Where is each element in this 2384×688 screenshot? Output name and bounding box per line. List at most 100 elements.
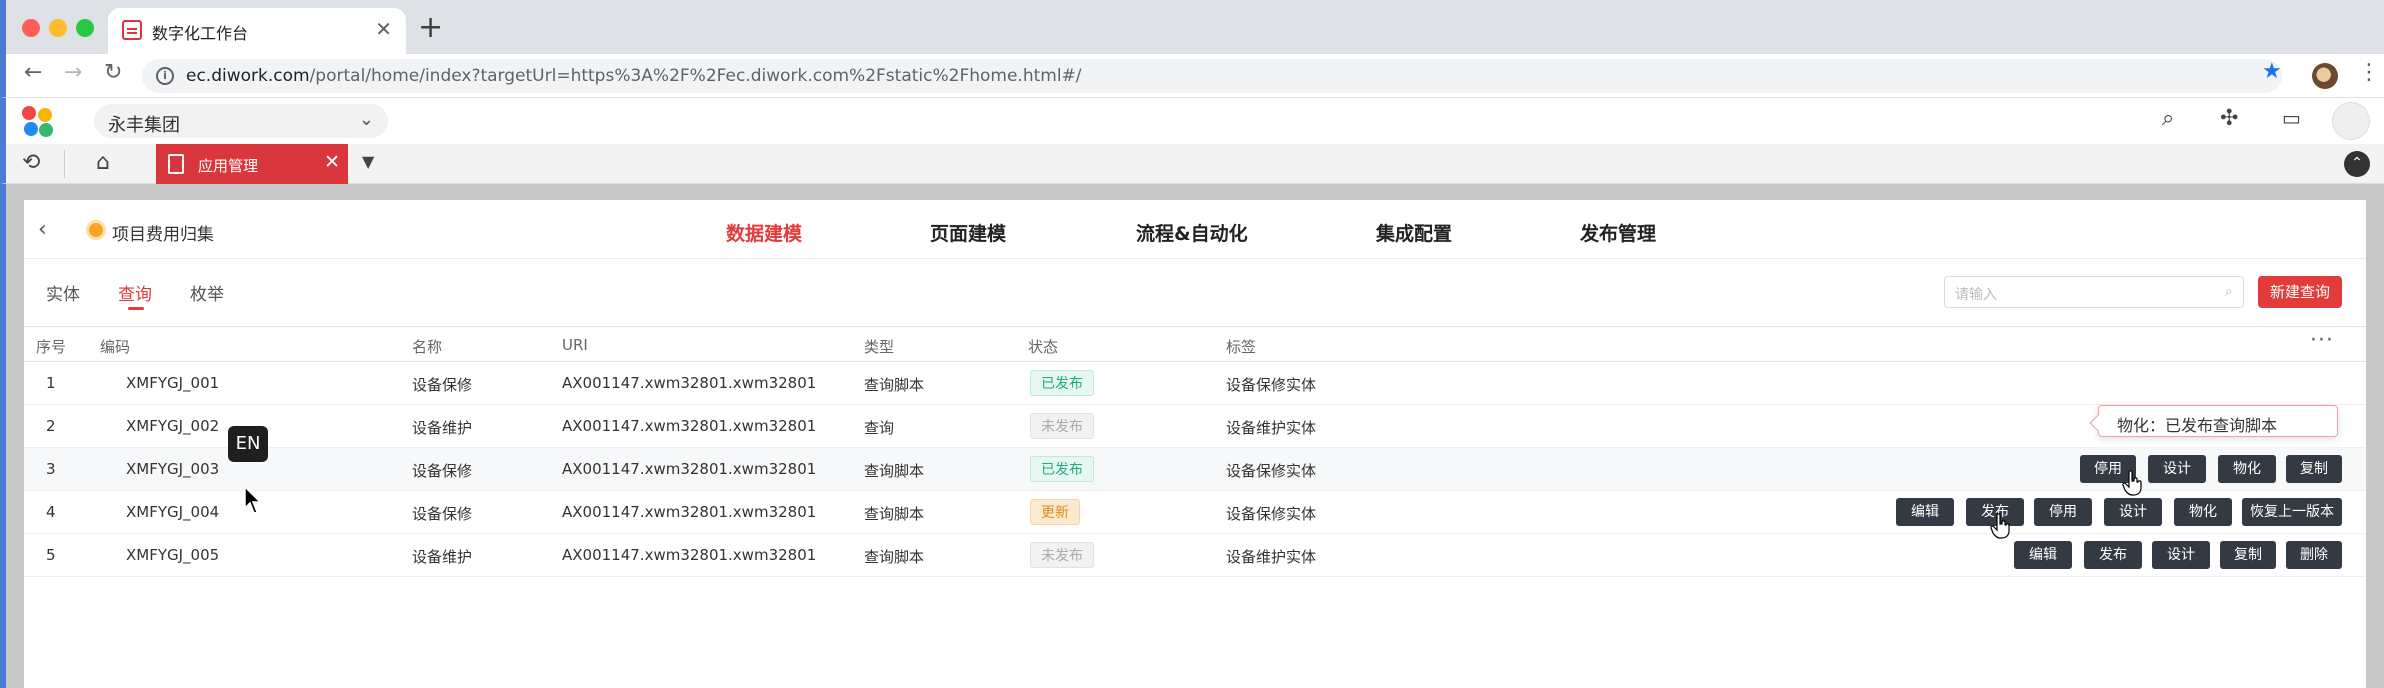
- hand-cursor-icon: [2122, 470, 2142, 496]
- profile-avatar[interactable]: [2312, 63, 2338, 89]
- cell-uri: AX001147.xwm32801.xwm32801: [562, 417, 817, 435]
- subtab-query[interactable]: 查询: [118, 280, 152, 305]
- active-tab-underline: [128, 307, 144, 310]
- window-maximize-button[interactable]: [76, 19, 94, 37]
- copy-button[interactable]: 复制: [2286, 455, 2342, 483]
- page-favicon-icon: [122, 20, 142, 40]
- home-icon[interactable]: ⌂: [96, 150, 110, 175]
- app-logo-icon[interactable]: [22, 106, 56, 138]
- materialize-tooltip: 物化：已发布查询脚本: [2089, 405, 2338, 437]
- cell-name: 设备维护: [412, 419, 473, 437]
- cell-no: 2: [46, 417, 56, 435]
- cell-type: 查询: [864, 419, 895, 437]
- publish-button[interactable]: 发布: [2084, 541, 2142, 569]
- app-tab-label: 应用管理: [198, 157, 259, 175]
- col-header-code: 编码: [100, 338, 131, 356]
- restore-previous-version-button[interactable]: 恢复上一版本: [2242, 498, 2342, 526]
- message-icon[interactable]: ▭: [2282, 106, 2301, 130]
- more-icon[interactable]: ···: [2310, 328, 2334, 353]
- site-info-icon[interactable]: i: [156, 67, 174, 85]
- cell-code: XMFYGJ_002: [126, 417, 220, 435]
- close-tab-icon[interactable]: ✕: [375, 17, 392, 41]
- cell-uri: AX001147.xwm32801.xwm32801: [562, 546, 817, 564]
- nav-process-automation[interactable]: 流程&自动化: [1136, 219, 1248, 246]
- cell-code: XMFYGJ_004: [126, 503, 220, 521]
- apps-icon[interactable]: ✣: [2220, 106, 2238, 131]
- status-badge: 未发布: [1030, 413, 1094, 439]
- back-arrow-icon[interactable]: ←: [24, 60, 42, 85]
- new-tab-icon[interactable]: +: [418, 10, 443, 45]
- cell-uri: AX001147.xwm32801.xwm32801: [562, 460, 817, 478]
- nav-integration-config[interactable]: 集成配置: [1376, 219, 1452, 246]
- cell-tag: 设备保修实体: [1226, 462, 1317, 480]
- cell-no: 5: [46, 546, 56, 564]
- cell-name: 设备保修: [412, 376, 473, 394]
- close-icon[interactable]: ✕: [324, 151, 340, 173]
- tab-dropdown-icon[interactable]: ▼: [362, 152, 374, 171]
- window-close-button[interactable]: [22, 19, 40, 37]
- app-header: 永丰集团 ⌄ ⌕ ✣ ▭: [0, 98, 2384, 144]
- copy-button[interactable]: 复制: [2220, 541, 2276, 569]
- col-header-tag: 标签: [1226, 338, 1257, 356]
- reload-icon[interactable]: ↻: [104, 60, 122, 85]
- cell-code: XMFYGJ_001: [126, 374, 220, 392]
- back-icon[interactable]: ‹: [38, 217, 47, 242]
- url-text: ec.diwork.com/portal/home/index?targetUr…: [186, 66, 1082, 86]
- materialize-button[interactable]: 物化: [2218, 455, 2276, 483]
- browser-tab[interactable]: 数字化工作台 ✕: [108, 8, 406, 54]
- project-name: 项目费用归集: [112, 225, 214, 245]
- cell-code: XMFYGJ_003: [126, 460, 220, 478]
- nav-release-management[interactable]: 发布管理: [1580, 219, 1656, 246]
- edit-button[interactable]: 编辑: [1896, 498, 1954, 526]
- col-header-name: 名称: [412, 338, 443, 356]
- tooltip-text: 物化：已发布查询脚本: [2117, 416, 2278, 435]
- nav-data-modeling[interactable]: 数据建模: [726, 219, 802, 246]
- tab-separator: [64, 150, 65, 178]
- status-badge: 已发布: [1030, 370, 1094, 396]
- arrow-cursor-icon: [244, 486, 262, 514]
- subtab-enum[interactable]: 枚举: [190, 280, 224, 305]
- cell-type: 查询脚本: [864, 376, 925, 394]
- table-row: 2 XMFYGJ_002 设备维护 AX001147.xwm32801.xwm3…: [24, 405, 2366, 448]
- subtab-entity[interactable]: 实体: [46, 280, 80, 305]
- table-row: 3 XMFYGJ_003 设备保修 AX001147.xwm32801.xwm3…: [24, 448, 2366, 491]
- ime-indicator: EN: [228, 426, 268, 462]
- hand-cursor-icon: [1990, 513, 2010, 539]
- bookmark-star-icon[interactable]: ★: [2262, 59, 2282, 84]
- user-avatar[interactable]: [2332, 102, 2370, 140]
- design-button[interactable]: 设计: [2148, 455, 2206, 483]
- materialize-button[interactable]: 物化: [2174, 498, 2232, 526]
- design-button[interactable]: 设计: [2104, 498, 2162, 526]
- window-minimize-button[interactable]: [49, 19, 67, 37]
- cell-no: 4: [46, 503, 56, 521]
- url-input[interactable]: i ec.diwork.com/portal/home/index?target…: [142, 59, 2282, 93]
- forward-arrow-icon[interactable]: →: [64, 60, 82, 85]
- chevron-down-icon: ⌄: [358, 109, 374, 130]
- col-header-uri: URI: [562, 336, 588, 354]
- disable-button[interactable]: 停用: [2034, 498, 2092, 526]
- cell-no: 3: [46, 460, 56, 478]
- cell-type: 查询脚本: [864, 548, 925, 566]
- collapse-up-icon[interactable]: ⌃: [2344, 151, 2370, 177]
- nav-page-modeling[interactable]: 页面建模: [930, 219, 1006, 246]
- status-badge: 已发布: [1030, 456, 1094, 482]
- history-icon[interactable]: ⟲: [22, 150, 40, 175]
- search-icon[interactable]: ⌕: [2225, 282, 2233, 300]
- browser-menu-icon[interactable]: ⋮: [2358, 60, 2380, 85]
- col-header-no: 序号: [36, 338, 67, 356]
- search-input[interactable]: 请输入 ⌕: [1944, 276, 2244, 308]
- edit-button[interactable]: 编辑: [2014, 541, 2072, 569]
- tab-app-management[interactable]: 应用管理 ✕: [156, 144, 348, 184]
- new-query-button[interactable]: 新建查询: [2258, 276, 2342, 308]
- table-row: 1 XMFYGJ_001 设备保修 AX001147.xwm32801.xwm3…: [24, 362, 2366, 405]
- cell-name: 设备保修: [412, 462, 473, 480]
- table-header: 序号 编码 名称 URI 类型 状态 标签: [24, 326, 2366, 362]
- cell-name: 设备保修: [412, 505, 473, 523]
- search-icon[interactable]: ⌕: [2162, 106, 2174, 131]
- design-button[interactable]: 设计: [2152, 541, 2210, 569]
- org-selector[interactable]: 永丰集团 ⌄: [94, 104, 388, 138]
- cell-type: 查询脚本: [864, 462, 925, 480]
- org-name: 永丰集团: [108, 115, 180, 136]
- status-badge: 更新: [1030, 499, 1080, 525]
- delete-button[interactable]: 删除: [2286, 541, 2342, 569]
